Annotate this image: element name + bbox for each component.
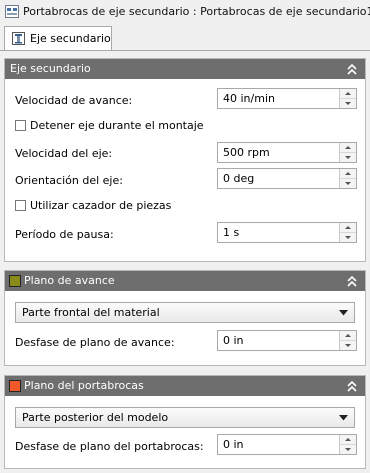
collapse-icon[interactable] xyxy=(345,273,359,289)
dwell-period-field[interactable]: 1 s xyxy=(217,222,357,243)
feed-rate-field[interactable]: 40 in/min xyxy=(217,88,357,109)
chuck-plane-offset-label: Desfase de plano del portabrocas: xyxy=(15,440,204,453)
feed-rate-label: Velocidad de avance: xyxy=(15,94,133,107)
spindle-speed-label: Velocidad del eje: xyxy=(15,147,113,160)
tab-label: Eje secundario xyxy=(30,32,111,45)
spindle-orientation-label: Orientación del eje: xyxy=(15,174,123,187)
spin-up-icon[interactable] xyxy=(340,89,356,99)
feed-plane-panel: Plano de avance Parte frontal del materi… xyxy=(4,270,366,366)
subspindle-chuck-icon xyxy=(5,5,19,18)
part-catcher-checkbox[interactable] xyxy=(15,200,26,211)
feed-plane-offset-value: 0 in xyxy=(223,334,244,347)
spindle-speed-field[interactable]: 500 rpm xyxy=(217,142,357,163)
collapse-icon[interactable] xyxy=(345,61,359,77)
tab-subspindle[interactable]: Eje secundario xyxy=(4,26,112,50)
spin-down-icon[interactable] xyxy=(340,99,356,108)
part-catcher-label: Utilizar cazador de piezas xyxy=(30,199,172,212)
subspindle-panel-header: Eje secundario xyxy=(5,59,365,79)
spindle-speed-spinner xyxy=(339,143,356,162)
collapse-icon[interactable] xyxy=(345,378,359,394)
panel-title: Plano del portabrocas xyxy=(24,379,144,392)
spin-up-icon[interactable] xyxy=(340,435,356,445)
spin-down-icon[interactable] xyxy=(340,179,356,188)
dwell-period-spinner xyxy=(339,223,356,242)
feed-rate-spinner xyxy=(339,89,356,108)
feed-plane-color-swatch xyxy=(9,275,21,287)
feed-rate-value: 40 in/min xyxy=(223,92,275,105)
panel-title: Plano de avance xyxy=(24,274,115,287)
dwell-period-value: 1 s xyxy=(223,226,240,239)
feed-plane-reference-dropdown[interactable]: Parte frontal del material xyxy=(15,302,355,323)
spindle-orientation-field[interactable]: 0 deg xyxy=(217,168,357,189)
spin-down-icon[interactable] xyxy=(340,445,356,454)
chuck-plane-offset-field[interactable]: 0 in xyxy=(217,434,357,455)
spindle-speed-value: 500 rpm xyxy=(223,146,270,159)
spin-up-icon[interactable] xyxy=(340,143,356,153)
spindle-tab-icon xyxy=(12,32,25,45)
dwell-period-label: Período de pausa: xyxy=(15,228,114,241)
spin-up-icon[interactable] xyxy=(340,223,356,233)
window-title-bar: Portabrocas de eje secundario : Portabro… xyxy=(0,0,370,24)
spin-up-icon[interactable] xyxy=(340,331,356,341)
feed-plane-offset-field[interactable]: 0 in xyxy=(217,330,357,351)
feed-plane-panel-header: Plano de avance xyxy=(5,271,365,291)
feed-plane-reference-value: Parte frontal del material xyxy=(22,306,160,319)
spin-down-icon[interactable] xyxy=(340,233,356,242)
spindle-orientation-value: 0 deg xyxy=(223,172,255,185)
chuck-plane-reference-dropdown[interactable]: Parte posterior del modelo xyxy=(15,407,355,428)
chevron-down-icon xyxy=(339,415,348,421)
panel-title: Eje secundario xyxy=(10,62,91,75)
chuck-plane-reference-value: Parte posterior del modelo xyxy=(22,411,169,424)
spin-up-icon[interactable] xyxy=(340,169,356,179)
stop-spindle-checkbox[interactable] xyxy=(15,120,26,131)
spin-down-icon[interactable] xyxy=(340,153,356,162)
chevron-down-icon xyxy=(339,310,348,316)
feed-plane-offset-spinner xyxy=(339,331,356,350)
feed-plane-offset-label: Desfase de plano de avance: xyxy=(15,336,175,349)
chuck-plane-panel-header: Plano del portabrocas xyxy=(5,376,365,396)
window-title: Portabrocas de eje secundario : Portabro… xyxy=(23,5,370,18)
stop-spindle-label: Detener eje durante el montaje xyxy=(30,119,204,132)
chuck-plane-color-swatch xyxy=(9,380,21,392)
spindle-orientation-spinner xyxy=(339,169,356,188)
chuck-plane-offset-value: 0 in xyxy=(223,438,244,451)
subspindle-panel: Eje secundario Velocidad de avance: 40 i… xyxy=(4,58,366,262)
spin-down-icon[interactable] xyxy=(340,341,356,350)
chuck-plane-offset-spinner xyxy=(339,435,356,454)
chuck-plane-panel: Plano del portabrocas Parte posterior de… xyxy=(4,375,366,469)
tab-strip: Eje secundario xyxy=(0,24,370,51)
